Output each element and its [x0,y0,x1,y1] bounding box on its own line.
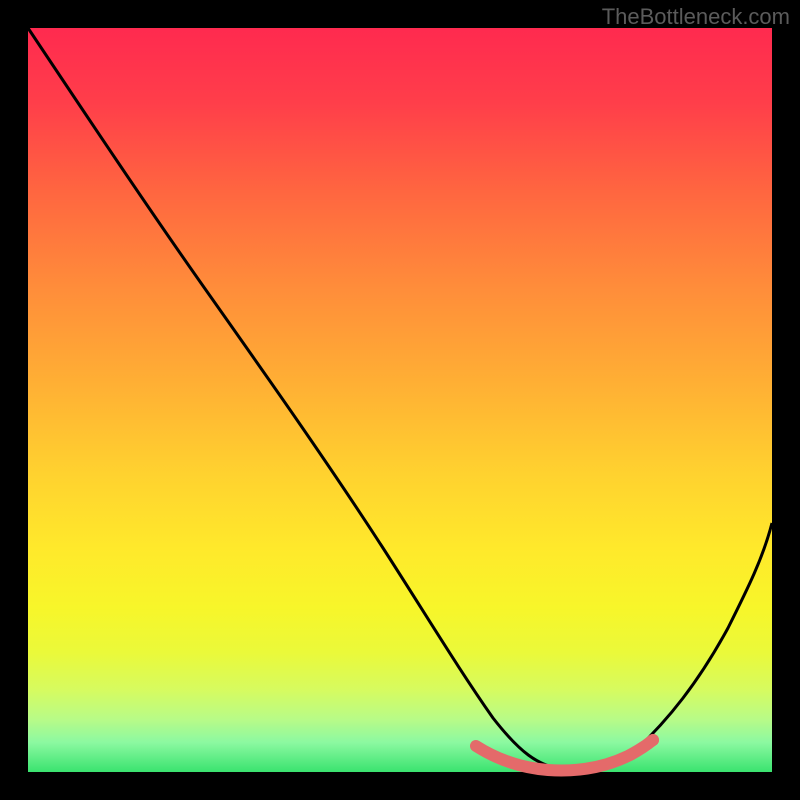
chart-svg [28,28,772,772]
band-end-marker [647,734,659,746]
bottleneck-curve-line [28,28,772,770]
gradient-plot-area [28,28,772,772]
optimal-range-band [476,740,653,770]
watermark-text: TheBottleneck.com [602,4,790,30]
